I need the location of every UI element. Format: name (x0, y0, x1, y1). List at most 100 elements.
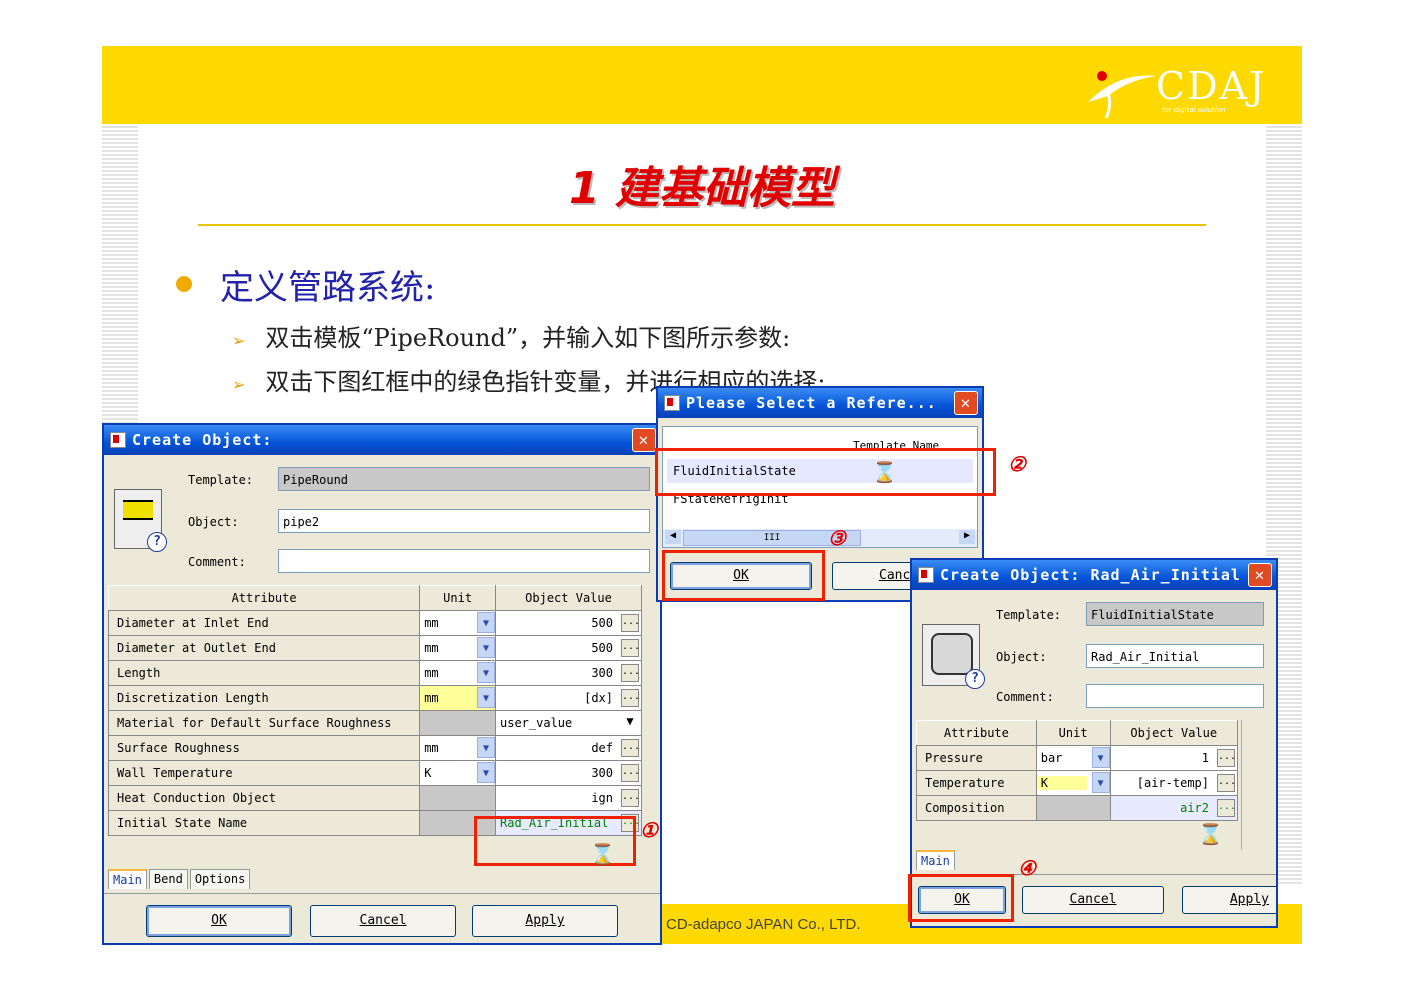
ellipsis-button[interactable]: ... (1217, 749, 1236, 767)
composition-pointer-cell[interactable]: air2... (1109, 795, 1239, 821)
close-button[interactable]: ✕ (1248, 563, 1272, 587)
unit-cell[interactable]: bar ▼ (1035, 745, 1111, 771)
unit-cell[interactable]: mm ▼ (419, 660, 496, 686)
tab-divider (104, 893, 660, 894)
chevron-down-icon[interactable]: ▼ (621, 714, 639, 732)
unit-cell[interactable]: mm ▼ (419, 735, 496, 761)
tab-bend[interactable]: Bend (148, 869, 188, 889)
cancel-button[interactable]: Cancel (310, 905, 456, 937)
ellipsis-button[interactable]: ... (621, 689, 640, 707)
value-text: 500 (591, 641, 613, 655)
tab-main[interactable]: Main (108, 869, 147, 889)
tab-main[interactable]: Main (916, 850, 955, 870)
unit-value (420, 791, 424, 805)
ellipsis-button[interactable]: ... (1217, 774, 1236, 792)
unit-cell[interactable]: K ▼ (419, 760, 496, 786)
template-label: Template: (996, 608, 1062, 622)
attr-cell: Temperature (916, 770, 1037, 796)
value-cell[interactable]: user_value ▼ (495, 710, 642, 736)
object-label: Object: (188, 515, 239, 529)
template-field: FluidInitialState (1086, 602, 1264, 626)
apply-button[interactable]: Apply (1182, 886, 1276, 914)
value-cell[interactable]: def... (495, 735, 642, 761)
logo-subtitle: for digital solution (1162, 106, 1226, 114)
chevron-down-icon[interactable]: ▼ (1091, 772, 1110, 793)
value-cell[interactable]: [dx]... (495, 685, 642, 711)
unit-cell[interactable]: mm ▼ (419, 635, 496, 661)
hourglass-cursor-icon: ⌛ (590, 842, 615, 866)
value-text: 500 (591, 616, 613, 630)
value-cell[interactable]: 500... (495, 610, 642, 636)
dialog-titlebar[interactable]: Create Object: ✕ (104, 425, 660, 455)
unit-value: K (424, 766, 432, 780)
value-text: [dx] (584, 691, 613, 705)
ellipsis-button[interactable]: ... (621, 614, 640, 632)
ellipsis-button[interactable]: ... (621, 789, 640, 807)
help-icon[interactable]: ? (965, 669, 985, 689)
bullet-dot (176, 276, 192, 292)
value-cell[interactable]: 300... (495, 760, 642, 786)
chevron-down-icon[interactable]: ▼ (477, 762, 495, 783)
dialog-titlebar[interactable]: Please Select a Refere... ✕ (658, 388, 982, 418)
unit-cell[interactable]: K ▼ (1035, 770, 1111, 796)
value-cell[interactable]: ign... (495, 785, 642, 811)
step-marker-1: ① (640, 818, 658, 842)
chevron-down-icon[interactable]: ▼ (1091, 747, 1110, 768)
table-row: Wall Temperature K ▼ 300... (107, 760, 642, 786)
attr-cell: Composition (916, 795, 1037, 821)
attr-cell: Initial State Name (107, 810, 421, 836)
chevron-down-icon[interactable]: ▼ (477, 687, 495, 708)
scroll-left-icon[interactable]: ◀ (665, 530, 681, 544)
value-cell[interactable]: 500... (495, 635, 642, 661)
highlight-box-2 (655, 448, 996, 496)
help-icon[interactable]: ? (147, 532, 167, 552)
chevron-down-icon[interactable]: ▼ (477, 662, 495, 683)
comment-field[interactable] (1086, 684, 1264, 708)
unit-cell[interactable]: mm ▼ (419, 610, 496, 636)
unit-value: mm (424, 741, 439, 755)
table-row: Diameter at Inlet End mm ▼ 500... (107, 610, 642, 636)
close-button[interactable]: ✕ (954, 391, 978, 415)
comment-field[interactable] (278, 549, 650, 573)
hourglass-cursor-icon: ⌛ (872, 460, 897, 484)
value-cell[interactable]: 300... (495, 660, 642, 686)
table-row: Heat Conduction Object ign... (107, 785, 642, 811)
value-text: air2 (1180, 801, 1209, 815)
ellipsis-button[interactable]: ... (621, 639, 640, 657)
ellipsis-button[interactable]: ... (1217, 799, 1236, 817)
app-icon (918, 567, 934, 583)
highlight-box-4 (908, 874, 1014, 922)
value-text: 1 (1201, 751, 1209, 765)
value-cell[interactable]: [air-temp]... (1109, 770, 1239, 796)
table-row: Material for Default Surface Roughness u… (107, 710, 642, 736)
header-object-value: Object Value (495, 585, 642, 611)
apply-button[interactable]: Apply (472, 905, 618, 937)
cancel-button[interactable]: Cancel (1022, 886, 1164, 914)
unit-cell[interactable]: mm ▼ (419, 685, 496, 711)
unit-value (420, 816, 424, 830)
ellipsis-button[interactable]: ... (621, 739, 640, 757)
dialog-titlebar[interactable]: Create Object: Rad_Air_Initial ✕ (912, 560, 1276, 590)
chevron-down-icon[interactable]: ▼ (477, 637, 495, 658)
unit-cell (419, 710, 496, 736)
chevron-down-icon[interactable]: ▼ (477, 737, 495, 758)
horizontal-scrollbar[interactable]: ◀ III ▶ (663, 529, 977, 547)
object-field[interactable]: Rad_Air_Initial (1086, 644, 1264, 668)
chevron-down-icon[interactable]: ▼ (477, 612, 495, 633)
tab-options[interactable]: Options (189, 869, 251, 889)
close-button[interactable]: ✕ (632, 428, 656, 452)
value-cell[interactable]: 1... (1109, 745, 1239, 771)
object-field[interactable]: pipe2 (278, 509, 650, 533)
unit-value: bar (1040, 751, 1063, 765)
table-row: Surface Roughness mm ▼ def... (107, 735, 642, 761)
unit-value: mm (424, 641, 439, 655)
ellipsis-button[interactable]: ... (621, 764, 640, 782)
attr-cell: Diameter at Inlet End (107, 610, 421, 636)
unit-value (420, 716, 424, 730)
dialog-title: Create Object: Rad_Air_Initial (940, 566, 1241, 584)
table-header: Attribute Unit Object Value (916, 720, 1239, 746)
ok-button[interactable]: OK (146, 905, 292, 937)
scroll-right-icon[interactable]: ▶ (959, 530, 975, 544)
table-row: Temperature K ▼ [air-temp]... (916, 770, 1239, 796)
ellipsis-button[interactable]: ... (621, 664, 640, 682)
